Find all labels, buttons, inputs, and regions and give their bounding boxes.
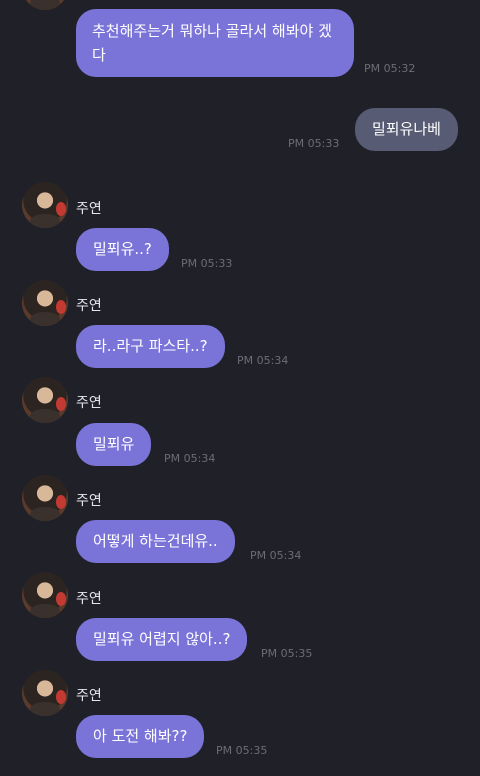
sender-name: 주연 [76, 493, 102, 509]
message-bubble[interactable]: 밀푀유 [76, 423, 152, 466]
message-time: PM 05:33 [181, 257, 233, 270]
avatar[interactable] [22, 475, 68, 521]
avatar-decoration [56, 397, 66, 411]
avatar[interactable] [22, 0, 68, 10]
avatar[interactable] [22, 280, 68, 326]
sender-name: 주연 [76, 298, 102, 314]
message-time: PM 05:33 [288, 137, 340, 150]
avatar-decoration [56, 202, 66, 216]
message-bubble[interactable]: 라..라구 파스타..? [76, 325, 225, 368]
avatar[interactable] [22, 182, 68, 228]
message-bubble[interactable]: 밀푀유 어렵지 않아..? [76, 618, 248, 661]
message-bubble[interactable]: 아 도전 해봐?? [76, 715, 205, 758]
message-bubble[interactable]: 추천해주는거 뭐하나 골라서 해봐야 겠다 [76, 9, 354, 77]
avatar[interactable] [22, 670, 68, 716]
avatar-decoration [56, 690, 66, 704]
sender-name: 주연 [76, 688, 102, 704]
message-time: PM 05:34 [237, 354, 289, 367]
message-bubble[interactable]: 밀푀유..? [76, 228, 169, 271]
my-message-bubble[interactable]: 밀푀유나베 [354, 108, 458, 151]
sender-name: 주연 [76, 201, 102, 217]
message-time: PM 05:34 [250, 549, 302, 562]
avatar-decoration [56, 592, 66, 606]
sender-name: 주연 [76, 591, 102, 607]
avatar-decoration [56, 495, 66, 509]
avatar[interactable] [22, 377, 68, 423]
sender-name: 주연 [76, 395, 102, 411]
message-bubble[interactable]: 어떻게 하는건데유.. [76, 520, 235, 563]
message-time: PM 05:32 [364, 62, 416, 75]
avatar[interactable] [22, 572, 68, 618]
message-time: PM 05:35 [261, 647, 313, 660]
avatar-decoration [56, 300, 66, 314]
message-time: PM 05:35 [216, 744, 268, 757]
message-time: PM 05:34 [164, 452, 216, 465]
